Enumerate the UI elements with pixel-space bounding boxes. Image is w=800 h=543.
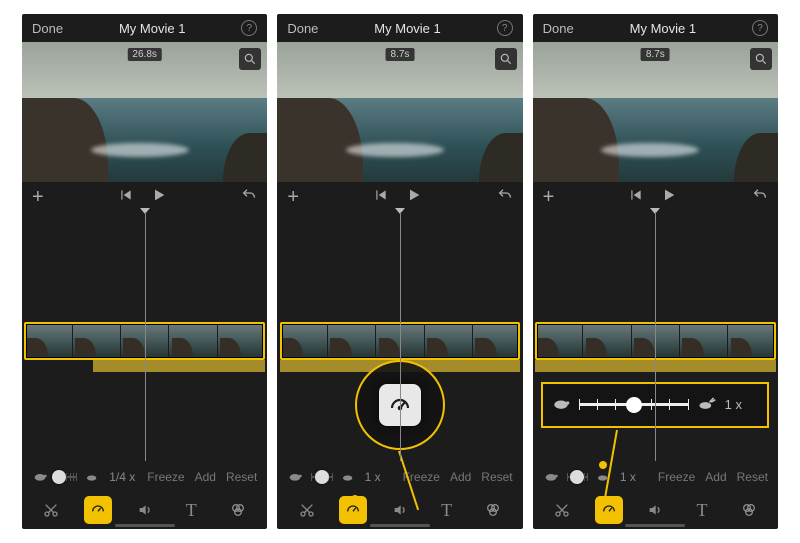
filters-tool[interactable] xyxy=(224,496,252,524)
rabbit-icon xyxy=(596,470,612,485)
volume-tool[interactable] xyxy=(131,496,159,524)
filters-tool[interactable] xyxy=(479,496,507,524)
speed-slider[interactable] xyxy=(567,476,588,478)
turtle-icon xyxy=(32,470,48,485)
playhead-line[interactable] xyxy=(145,212,146,461)
help-icon[interactable]: ? xyxy=(752,20,768,36)
speed-slider-track[interactable] xyxy=(579,403,689,406)
volume-tool[interactable] xyxy=(641,496,669,524)
speed-slider-callout: 1 x xyxy=(551,396,742,413)
undo-button[interactable] xyxy=(752,187,768,208)
rabbit-icon xyxy=(85,470,101,485)
undo-button[interactable] xyxy=(497,187,513,208)
speed-control-bar: 1/4 x Freeze Add Reset xyxy=(22,461,267,493)
playhead-line[interactable] xyxy=(655,212,656,461)
project-title: My Movie 1 xyxy=(630,21,696,36)
home-indicator xyxy=(115,524,175,527)
callout-endpoint xyxy=(599,461,607,469)
done-button[interactable]: Done xyxy=(287,21,318,36)
undo-button[interactable] xyxy=(241,187,257,208)
playhead-line[interactable] xyxy=(400,212,401,461)
text-tool[interactable]: T xyxy=(433,496,461,524)
filters-tool[interactable] xyxy=(735,496,763,524)
speed-value: 1/4 x xyxy=(109,470,139,484)
duration-badge: 26.8s xyxy=(127,48,161,61)
speed-tool[interactable] xyxy=(595,496,623,524)
freeze-button[interactable]: Freeze xyxy=(403,470,440,484)
rabbit-icon xyxy=(697,396,717,413)
audio-strip[interactable] xyxy=(93,360,265,372)
speed-value: 1 x xyxy=(620,470,650,484)
zoom-icon[interactable] xyxy=(239,48,261,70)
screen-3: Done My Movie 1 ? 8.7s + xyxy=(533,14,778,529)
video-preview[interactable]: 8.7s xyxy=(533,42,778,182)
speed-slider-knob[interactable] xyxy=(52,470,66,484)
freeze-button[interactable]: Freeze xyxy=(147,470,184,484)
home-indicator xyxy=(625,524,685,527)
speed-value: 1 x xyxy=(365,470,395,484)
cut-tool[interactable] xyxy=(293,496,321,524)
done-button[interactable]: Done xyxy=(32,21,63,36)
speed-value-callout: 1 x xyxy=(725,397,742,412)
speed-control-bar: 1 x Freeze Add Reset xyxy=(533,461,778,493)
screen-1: Done My Movie 1 ? 26.8s + xyxy=(22,14,267,529)
project-title: My Movie 1 xyxy=(374,21,440,36)
prev-frame-button[interactable] xyxy=(119,188,133,207)
three-screenshot-layout: Done My Movie 1 ? 26.8s + xyxy=(0,0,800,543)
prev-frame-button[interactable] xyxy=(374,188,388,207)
top-bar: Done My Movie 1 ? xyxy=(533,14,778,42)
timeline[interactable] xyxy=(277,212,522,461)
screen-2: Done My Movie 1 ? 8.7s + xyxy=(277,14,522,529)
reset-button[interactable]: Reset xyxy=(226,470,257,484)
text-tool[interactable]: T xyxy=(688,496,716,524)
duration-badge: 8.7s xyxy=(641,48,670,61)
speed-slider-knob[interactable] xyxy=(626,397,642,413)
rabbit-icon xyxy=(341,470,357,485)
add-keyframe-button[interactable]: Add xyxy=(450,470,471,484)
top-bar: Done My Movie 1 ? xyxy=(277,14,522,42)
top-bar: Done My Movie 1 ? xyxy=(22,14,267,42)
prev-frame-button[interactable] xyxy=(629,188,643,207)
duration-badge: 8.7s xyxy=(386,48,415,61)
text-tool[interactable]: T xyxy=(177,496,205,524)
speed-slider[interactable] xyxy=(311,476,332,478)
reset-button[interactable]: Reset xyxy=(737,470,768,484)
speed-slider-knob[interactable] xyxy=(315,470,329,484)
add-media-button[interactable]: + xyxy=(287,186,299,209)
reset-button[interactable]: Reset xyxy=(481,470,512,484)
timeline[interactable] xyxy=(22,212,267,461)
turtle-icon xyxy=(551,396,571,413)
zoom-icon[interactable] xyxy=(495,48,517,70)
add-keyframe-button[interactable]: Add xyxy=(705,470,726,484)
callout-endpoint xyxy=(351,495,359,503)
cut-tool[interactable] xyxy=(548,496,576,524)
help-icon[interactable]: ? xyxy=(241,20,257,36)
speed-slider-knob[interactable] xyxy=(570,470,584,484)
add-keyframe-button[interactable]: Add xyxy=(195,470,216,484)
add-media-button[interactable]: + xyxy=(543,186,555,209)
timeline[interactable]: 1 x xyxy=(533,212,778,461)
play-button[interactable] xyxy=(406,187,422,208)
turtle-icon xyxy=(543,470,559,485)
turtle-icon xyxy=(287,470,303,485)
volume-tool[interactable] xyxy=(386,496,414,524)
done-button[interactable]: Done xyxy=(543,21,574,36)
speed-slider[interactable] xyxy=(56,476,77,478)
cut-tool[interactable] xyxy=(37,496,65,524)
play-button[interactable] xyxy=(151,187,167,208)
add-media-button[interactable]: + xyxy=(32,186,44,209)
project-title: My Movie 1 xyxy=(119,21,185,36)
help-icon[interactable]: ? xyxy=(497,20,513,36)
zoom-icon[interactable] xyxy=(750,48,772,70)
freeze-button[interactable]: Freeze xyxy=(658,470,695,484)
play-button[interactable] xyxy=(661,187,677,208)
home-indicator xyxy=(370,524,430,527)
speed-control-bar: 1 x Freeze Add Reset xyxy=(277,461,522,493)
video-preview[interactable]: 8.7s xyxy=(277,42,522,182)
speed-tool[interactable] xyxy=(84,496,112,524)
video-preview[interactable]: 26.8s xyxy=(22,42,267,182)
